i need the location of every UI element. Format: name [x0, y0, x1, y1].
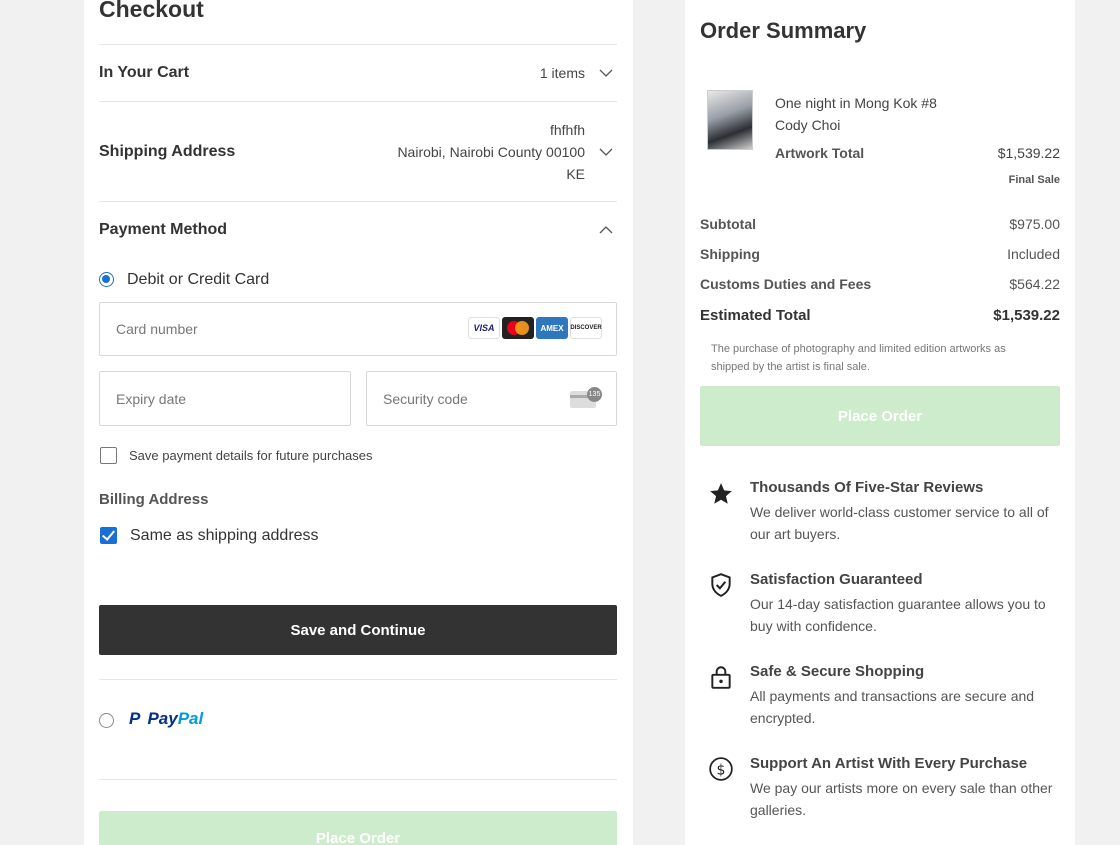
mastercard-icon [502, 317, 534, 339]
save-details-checkbox[interactable] [100, 447, 117, 464]
card-number-placeholder: Card number [116, 321, 198, 337]
visa-icon: VISA [468, 317, 500, 339]
dollar-circle-icon: $ [709, 757, 733, 781]
estimated-total-label: Estimated Total [700, 307, 811, 324]
benefit-title: Support An Artist With Every Purchase [750, 755, 1028, 772]
customs-label: Customs Duties and Fees [700, 276, 872, 292]
cvv-hint: 135 [587, 387, 602, 402]
security-placeholder: Security code [383, 391, 468, 407]
shipping-label: Shipping Address [99, 142, 236, 160]
benefit-support-artist: $ Support An Artist With Every Purchase … [700, 755, 1060, 825]
same-as-shipping-checkbox[interactable] [100, 527, 117, 544]
chevron-down-icon[interactable] [599, 145, 613, 159]
discover-icon: DISCOVER [570, 317, 602, 339]
expiry-placeholder: Expiry date [116, 391, 187, 407]
artwork-info: One night in Mong Kok #8 Cody Choi [775, 92, 937, 136]
same-as-shipping-label: Same as shipping address [130, 527, 319, 544]
cart-row[interactable]: In Your Cart 1 items [99, 44, 617, 101]
benefit-satisfaction: Satisfaction Guaranteed Our 14-day satis… [700, 571, 1060, 641]
shipping-address: fhfhfh Nairobi, Nairobi County 00100 KE [397, 119, 585, 185]
benefit-title: Safe & Secure Shopping [750, 663, 925, 680]
final-sale-note: The purchase of photography and limited … [711, 343, 1006, 373]
page-title: Checkout [99, 0, 204, 22]
payment-row[interactable]: Payment Method [99, 201, 617, 257]
chevron-up-icon[interactable] [599, 223, 613, 237]
shipping-cost-value: Included [1007, 246, 1060, 262]
artwork-title: One night in Mong Kok #8 [775, 95, 937, 111]
estimated-total-value: $1,539.22 [993, 307, 1060, 324]
benefit-text: All payments and transactions are secure… [750, 688, 1035, 726]
paypal-logo: P PayPal [129, 709, 203, 729]
billing-address-label: Billing Address [99, 491, 209, 508]
expiry-date-field[interactable]: Expiry date [99, 371, 351, 426]
save-and-continue-button[interactable]: Save and Continue [99, 605, 617, 655]
subtotal-label: Subtotal [700, 216, 756, 232]
cart-label: In Your Cart [99, 64, 190, 81]
card-option-label: Debit or Credit Card [127, 271, 270, 288]
security-code-field[interactable]: Security code 135 [366, 371, 617, 426]
checkout-panel: Checkout In Your Cart 1 items Shipping A… [84, 0, 633, 845]
subtotal-value: $975.00 [1009, 216, 1060, 232]
shipping-name: fhfhfh [549, 121, 585, 138]
benefit-secure: Safe & Secure Shopping All payments and … [700, 663, 1060, 733]
benefit-reviews: Thousands Of Five-Star Reviews We delive… [700, 479, 1060, 549]
card-number-field[interactable]: Card number VISA AMEX DISCOVER [99, 302, 617, 356]
paypal-logo-pal: Pal [177, 709, 204, 728]
amex-icon: AMEX [536, 317, 568, 339]
shipping-cost-label: Shipping [700, 246, 760, 262]
paypal-logo-p: P [129, 709, 140, 728]
cvv-card-icon: 135 [570, 387, 602, 409]
cart-count: 1 items [539, 65, 585, 81]
paypal-option[interactable]: P PayPal [99, 679, 617, 780]
artwork-total-label: Artwork Total [775, 145, 865, 161]
place-order-button[interactable]: Place Order [99, 811, 617, 845]
shield-check-icon [711, 573, 731, 597]
subtotal-line: Subtotal $975.00 [700, 216, 1060, 232]
shipping-country: KE [566, 165, 585, 182]
artwork-total-value: $1,539.22 [997, 145, 1060, 161]
benefit-text: We deliver world-class customer service … [750, 504, 1049, 542]
customs-value: $564.22 [1009, 276, 1060, 292]
shipping-city: Nairobi, Nairobi County 00100 [397, 143, 585, 160]
summary-place-order-button[interactable]: Place Order [700, 386, 1060, 446]
benefit-title: Satisfaction Guaranteed [750, 571, 923, 588]
shipping-row[interactable]: Shipping Address fhfhfh Nairobi, Nairobi… [99, 101, 617, 201]
payment-label: Payment Method [99, 220, 228, 238]
shipping-line: Shipping Included [700, 246, 1060, 262]
chevron-down-icon[interactable] [599, 66, 613, 80]
customs-line: Customs Duties and Fees $564.22 [700, 276, 1060, 292]
estimated-total-line: Estimated Total $1,539.22 [700, 307, 1060, 324]
final-sale-badge: Final Sale [1008, 174, 1060, 186]
benefit-title: Thousands Of Five-Star Reviews [750, 479, 984, 496]
artist-name: Cody Choi [775, 117, 841, 133]
lock-icon [711, 666, 731, 689]
paypal-radio[interactable] [99, 713, 114, 728]
order-summary-title: Order Summary [700, 18, 867, 43]
svg-text:$: $ [717, 762, 726, 778]
benefit-text: Our 14-day satisfaction guarantee allows… [750, 596, 1046, 634]
paypal-logo-pay: Pay [147, 709, 178, 728]
benefit-text: We pay our artists more on every sale th… [750, 780, 1053, 818]
save-details-label: Save payment details for future purchase… [129, 448, 373, 463]
order-summary-panel: Order Summary One night in Mong Kok #8 C… [685, 0, 1075, 845]
artwork-thumbnail[interactable] [707, 90, 753, 150]
card-radio[interactable] [99, 272, 114, 287]
star-icon [710, 483, 732, 504]
